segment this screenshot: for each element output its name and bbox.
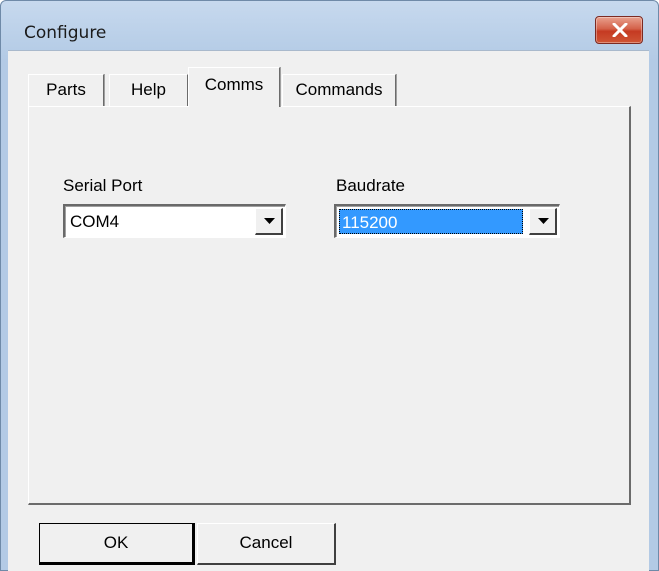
baudrate-label: Baudrate	[336, 176, 405, 195]
tab-commands[interactable]: Commands	[282, 74, 396, 106]
tab-help[interactable]: Help	[109, 74, 188, 106]
tab-comms-label: Comms	[204, 75, 264, 94]
tab-help-label: Help	[131, 80, 166, 99]
dropdown-arrow-icon	[538, 218, 549, 224]
close-x-icon	[612, 23, 628, 37]
baudrate-value: 115200	[339, 209, 523, 234]
baudrate-dropdown-button[interactable]	[529, 208, 557, 235]
tab-parts-label: Parts	[46, 80, 86, 99]
close-button[interactable]	[595, 16, 643, 44]
baudrate-dropdown[interactable]: 115200	[334, 204, 560, 238]
dropdown-arrow-icon	[264, 218, 275, 224]
serial-port-label: Serial Port	[63, 176, 143, 195]
window-title: Configure	[24, 23, 107, 43]
serial-port-dropdown[interactable]: COM4	[63, 204, 286, 238]
tab-parts[interactable]: Parts	[28, 74, 104, 106]
comms-tab-panel	[28, 106, 631, 505]
serial-port-value: COM4	[70, 212, 120, 231]
ok-button[interactable]: OK	[39, 523, 195, 565]
cancel-button[interactable]: Cancel	[197, 523, 336, 565]
title-bar[interactable]: Configure	[1, 1, 658, 51]
tab-commands-label: Commands	[295, 80, 383, 99]
tab-comms[interactable]: Comms	[188, 67, 280, 107]
serial-port-dropdown-button[interactable]	[255, 208, 283, 235]
